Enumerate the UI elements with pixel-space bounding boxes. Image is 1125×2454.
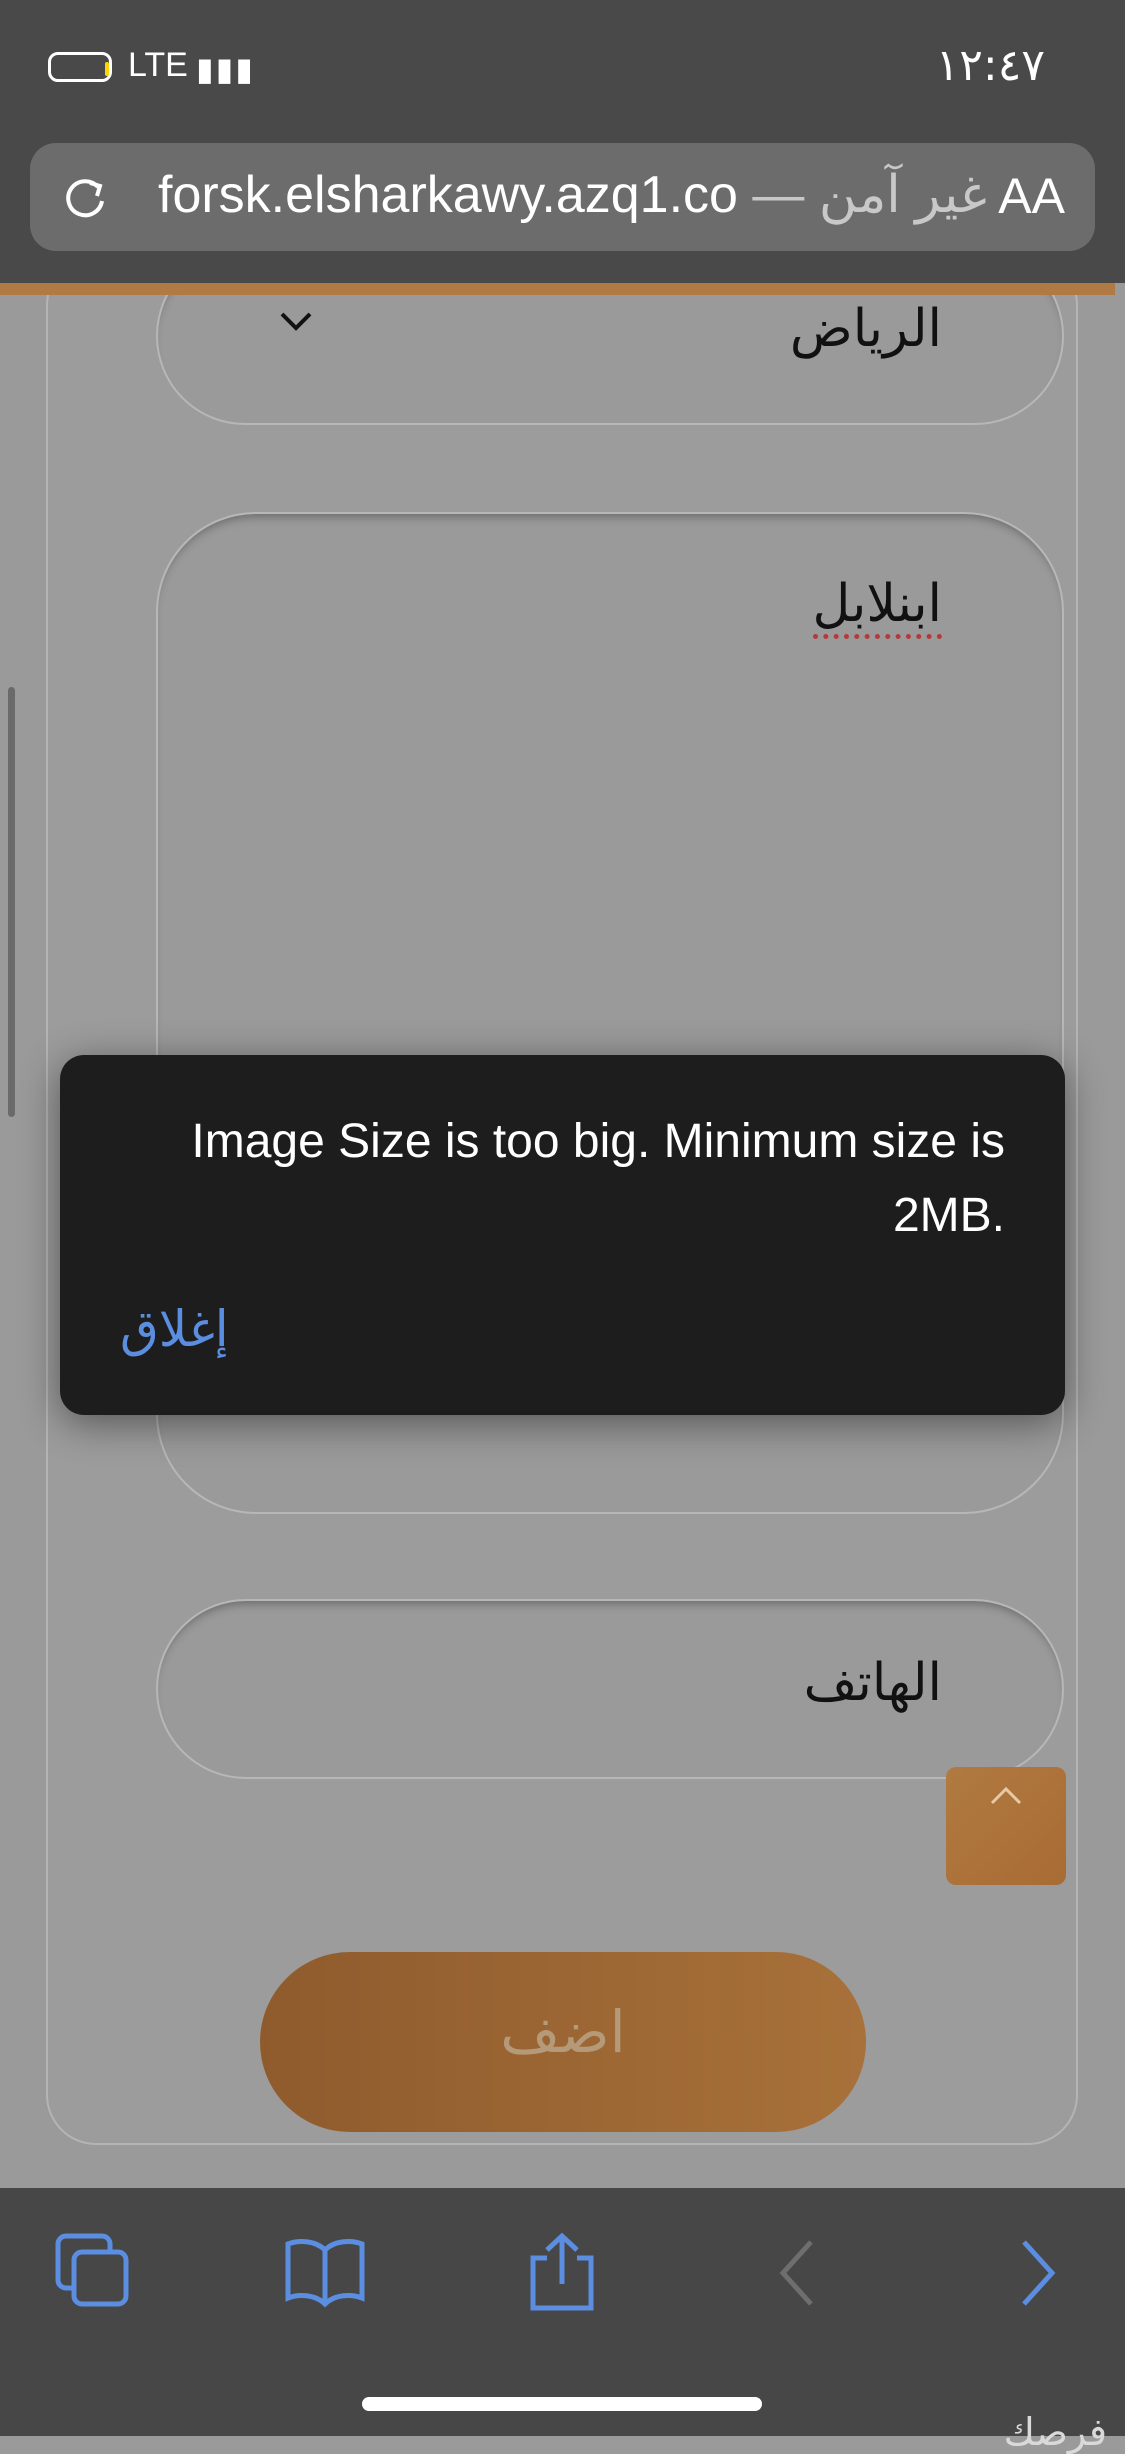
browser-top-bar: LTE ▮▮▮ ١٢:٤٧ forsk.elsharkawy.azq1.co —… [0, 0, 1125, 283]
chevron-up-icon [990, 1786, 1022, 1805]
phone-placeholder: الهاتف [803, 1653, 942, 1713]
back-icon[interactable] [755, 2228, 845, 2318]
url-text[interactable]: forsk.elsharkawy.azq1.co — غير آمن [158, 165, 987, 225]
address-bar[interactable]: forsk.elsharkawy.azq1.co — غير آمن AA [30, 143, 1095, 251]
bookmarks-icon[interactable] [280, 2228, 370, 2318]
reload-icon[interactable] [60, 173, 110, 223]
chevron-down-icon [280, 312, 312, 331]
home-indicator [362, 2397, 762, 2411]
city-value: الرياض [789, 299, 942, 359]
network-type: LTE [128, 46, 188, 84]
page-load-progress [0, 283, 1115, 295]
battery-icon [48, 52, 112, 82]
share-icon[interactable] [517, 2228, 607, 2318]
scroll-to-top-button[interactable] [946, 1767, 1066, 1885]
alert-dialog: Image Size is too big. Minimum size is 2… [60, 1055, 1065, 1415]
scroll-indicator [8, 687, 15, 1117]
details-value: ابنلابل [812, 574, 942, 639]
add-button[interactable]: اضف [260, 1952, 866, 2132]
text-size-button[interactable]: AA [998, 167, 1065, 225]
city-select[interactable]: الرياض [156, 295, 1064, 425]
tabs-icon[interactable] [50, 2228, 140, 2318]
alert-close-button[interactable]: إغلاق [120, 1300, 229, 1358]
url-host: forsk.elsharkawy.azq1.co [158, 166, 738, 224]
signal-icon: ▮▮▮ [196, 50, 255, 88]
security-label: — غير آمن [752, 166, 987, 224]
add-button-label: اضف [500, 1998, 626, 2066]
alert-message: Image Size is too big. Minimum size is 2… [191, 1115, 1005, 1242]
status-time: ١٢:٤٧ [935, 40, 1045, 91]
watermark-logo: فرصك [1003, 2410, 1107, 2454]
forward-icon[interactable] [990, 2228, 1080, 2318]
phone-input[interactable]: الهاتف [156, 1599, 1064, 1779]
